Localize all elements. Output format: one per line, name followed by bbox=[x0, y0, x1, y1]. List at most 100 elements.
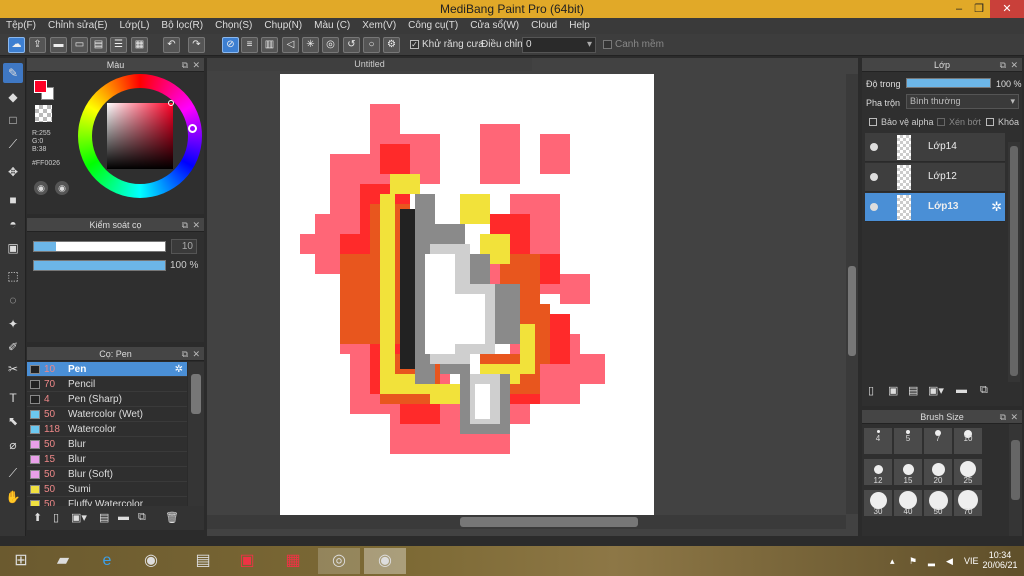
saturation-square[interactable] bbox=[107, 103, 173, 169]
powerpoint-icon[interactable]: ▣ bbox=[226, 548, 268, 574]
new-layer-icon[interactable]: ▯ bbox=[868, 384, 874, 397]
new-8bit-layer-icon[interactable]: ▤ bbox=[908, 384, 918, 397]
rect-select-icon[interactable]: ⬚ bbox=[3, 266, 23, 286]
brush-size-cell[interactable]: 40 bbox=[894, 490, 922, 516]
menu-item[interactable]: Chụp(N) bbox=[258, 18, 308, 34]
bucket-tool-icon[interactable]: ◓ bbox=[3, 214, 23, 234]
menu-item[interactable]: Help bbox=[563, 18, 596, 34]
brush-size-cell[interactable]: 10 bbox=[954, 428, 982, 454]
hand-tool-icon[interactable]: ✋ bbox=[3, 487, 23, 507]
new-brush-icon[interactable]: ▯ bbox=[53, 511, 59, 524]
protect-alpha-checkbox[interactable] bbox=[869, 118, 877, 126]
undo-icon[interactable]: ↶ bbox=[163, 37, 180, 53]
brush-size-cell[interactable]: 20 bbox=[924, 459, 952, 485]
duplicate-layer-icon[interactable]: ⧉ bbox=[980, 384, 988, 397]
palette-icon[interactable]: ◉ bbox=[34, 181, 48, 195]
brush-size-cell[interactable]: 5 bbox=[894, 428, 922, 454]
folder-icon[interactable]: ▬ bbox=[956, 384, 967, 396]
undock-icon[interactable]: ⧉ bbox=[182, 347, 188, 361]
brush-item[interactable]: 50 Fluffy Watercolor bbox=[27, 497, 187, 506]
close-icon[interactable]: ✕ bbox=[1010, 58, 1018, 72]
hue-handle[interactable] bbox=[188, 124, 197, 133]
redo-icon[interactable]: ↷ bbox=[188, 37, 205, 53]
brush-item[interactable]: 50 Sumi bbox=[27, 482, 187, 497]
close-icon[interactable]: ✕ bbox=[192, 347, 200, 361]
brush-item[interactable]: 4 Pen (Sharp) bbox=[27, 392, 187, 407]
menu-item[interactable]: Chọn(S) bbox=[209, 18, 258, 34]
vanishing-snap-icon[interactable]: ◁ bbox=[282, 37, 299, 53]
gradient-tool-icon[interactable]: ▣ bbox=[3, 238, 23, 258]
app-grid-icon[interactable]: ▦ bbox=[272, 548, 314, 574]
export-icon[interactable]: ⇪ bbox=[29, 37, 46, 53]
brush-menu-icon[interactable]: ▣▾ bbox=[71, 511, 87, 524]
move-tool-icon[interactable]: ✥ bbox=[3, 162, 23, 182]
maximize-button[interactable]: ❐ bbox=[966, 0, 992, 18]
brush-item[interactable]: 15 Blur bbox=[27, 452, 187, 467]
brush-item[interactable]: 50 Watercolor (Wet) bbox=[27, 407, 187, 422]
visibility-icon[interactable] bbox=[870, 203, 878, 211]
magic-wand-icon[interactable]: ✦ bbox=[3, 314, 23, 334]
brush-item[interactable]: 70 Pencil bbox=[27, 377, 187, 392]
brush-size-cell[interactable]: 4 bbox=[864, 428, 892, 454]
brush-size-cell[interactable]: 25 bbox=[954, 459, 982, 485]
dropper-icon[interactable]: ⟋ bbox=[3, 463, 23, 483]
menu-item[interactable]: Cửa sổ(W) bbox=[464, 18, 525, 34]
adjust-input[interactable]: 0 ▾ bbox=[522, 37, 596, 53]
drawing-canvas[interactable] bbox=[280, 74, 654, 515]
new-halftone-layer-icon[interactable]: ▣ bbox=[888, 384, 898, 397]
fill-rect-tool-icon[interactable]: ■ bbox=[3, 190, 23, 210]
operation-tool-icon[interactable]: ⬉ bbox=[3, 411, 23, 431]
undock-icon[interactable]: ⧉ bbox=[182, 58, 188, 72]
brush-list-scrollbar[interactable] bbox=[188, 362, 204, 506]
menu-item[interactable]: Màu (C) bbox=[308, 18, 356, 34]
blend-mode-select[interactable]: Bình thường ▾ bbox=[906, 94, 1019, 109]
cloud-icon[interactable]: ☁ bbox=[8, 37, 25, 53]
size-value[interactable]: 10 bbox=[171, 239, 197, 254]
select-pen-icon[interactable]: ✐ bbox=[3, 337, 23, 357]
transparent-color-swatch[interactable] bbox=[35, 105, 52, 122]
brush-size-cell[interactable]: 7 bbox=[924, 428, 952, 454]
menu-item[interactable]: Công cụ(T) bbox=[402, 18, 464, 34]
brush-item[interactable]: 50 Blur bbox=[27, 437, 187, 452]
menu-item[interactable]: Chỉnh sửa(E) bbox=[42, 18, 114, 34]
menu-item[interactable]: Bộ lọc(R) bbox=[155, 18, 209, 34]
brush-size-cell[interactable]: 70 bbox=[954, 490, 982, 516]
ellipse-snap-icon[interactable]: ○ bbox=[363, 37, 380, 53]
lasso-select-icon[interactable]: ◌ bbox=[3, 290, 23, 310]
layer-row[interactable]: Lớp14 bbox=[865, 133, 1005, 162]
close-icon[interactable]: ✕ bbox=[192, 58, 200, 72]
document-icon[interactable]: ▤ bbox=[90, 37, 107, 53]
opacity-slider[interactable] bbox=[33, 260, 166, 271]
duplicate-icon[interactable]: ⧉ bbox=[138, 511, 146, 524]
layer-row[interactable]: Lớp13 ✲ bbox=[865, 193, 1005, 222]
grid-document-icon[interactable]: ▦ bbox=[131, 37, 148, 53]
undock-icon[interactable]: ⧉ bbox=[182, 218, 188, 232]
undock-icon[interactable]: ⧉ bbox=[1000, 410, 1006, 424]
gear-icon[interactable]: ✲ bbox=[175, 362, 183, 377]
leaf-app-icon[interactable]: ◎ bbox=[318, 548, 360, 574]
brush-size-cell[interactable]: 12 bbox=[864, 459, 892, 485]
no-snap-icon[interactable]: ⊘ bbox=[222, 37, 239, 53]
clip-checkbox[interactable] bbox=[937, 118, 945, 126]
tray-arrow-icon[interactable]: ▴ bbox=[890, 556, 895, 567]
cross-snap-icon[interactable]: ▥ bbox=[261, 37, 278, 53]
chrome-icon[interactable]: ◉ bbox=[130, 548, 172, 574]
language-indicator[interactable]: VIE bbox=[964, 556, 979, 566]
list-icon[interactable]: ☰ bbox=[110, 37, 127, 53]
antialias-checkbox[interactable]: ✓ bbox=[410, 40, 419, 49]
visibility-icon[interactable] bbox=[870, 143, 878, 151]
brush-item[interactable]: 50 Blur (Soft) bbox=[27, 467, 187, 482]
brush-item[interactable]: 118 Watercolor bbox=[27, 422, 187, 437]
network-icon[interactable]: ▂ bbox=[928, 556, 935, 567]
select-eraser-icon[interactable]: ✂ bbox=[3, 359, 23, 379]
primary-color-swatch[interactable] bbox=[34, 80, 47, 93]
comment-icon[interactable]: ▭ bbox=[71, 37, 88, 53]
text-tool-icon[interactable]: T bbox=[3, 388, 23, 408]
chat-icon[interactable]: ▬ bbox=[50, 37, 67, 53]
close-button[interactable]: ✕ bbox=[990, 0, 1024, 18]
brush-size-cell[interactable]: 30 bbox=[864, 490, 892, 516]
close-icon[interactable]: ✕ bbox=[1010, 410, 1018, 424]
volume-icon[interactable]: ◀ bbox=[946, 556, 953, 567]
clock[interactable]: 10:34 20/06/21 bbox=[982, 550, 1018, 570]
brush-size-cell[interactable]: 15 bbox=[894, 459, 922, 485]
